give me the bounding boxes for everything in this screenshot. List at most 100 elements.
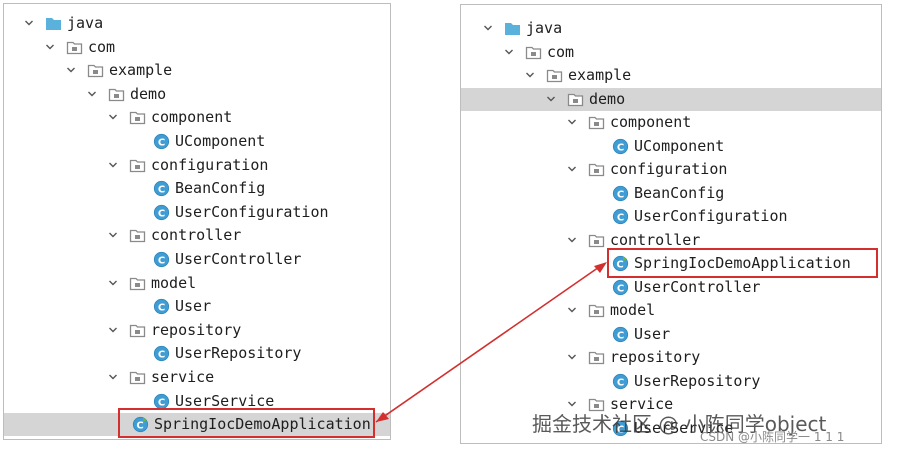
tree-node-label: com <box>547 42 575 61</box>
package-icon <box>588 161 605 178</box>
tree-node-service[interactable]: service <box>4 366 390 389</box>
tree-node-ucomponent[interactable]: C UComponent <box>461 135 881 158</box>
svg-text:C: C <box>617 212 624 223</box>
tree-node-usercontroller[interactable]: C UserController <box>4 248 390 271</box>
class-icon: C <box>612 279 629 296</box>
tree-node-user[interactable]: C User <box>4 295 390 318</box>
package-icon <box>129 109 146 126</box>
chevron-down-icon[interactable] <box>108 372 118 382</box>
tree-node-label: java <box>526 19 563 37</box>
chevron-down-icon[interactable] <box>45 42 55 52</box>
package-icon <box>129 227 146 244</box>
chevron-down-icon[interactable] <box>567 352 577 362</box>
chevron-down-icon[interactable] <box>567 305 577 315</box>
tree-node-user[interactable]: C User <box>461 323 881 346</box>
tree-node-label: configuration <box>610 160 728 178</box>
package-icon <box>129 369 146 386</box>
left-highlight-box <box>118 408 375 438</box>
tree-node-repository[interactable]: repository <box>4 319 390 342</box>
chevron-down-icon[interactable] <box>108 278 118 288</box>
tree-node-component[interactable]: component <box>461 111 881 134</box>
tree-node-label: UserController <box>175 250 302 268</box>
tree-node-label: controller <box>151 226 242 245</box>
tree-node-component[interactable]: component <box>4 106 390 129</box>
tree-node-userconfiguration[interactable]: C UserConfiguration <box>461 205 881 228</box>
tree-node-com[interactable]: com <box>461 41 881 64</box>
right-project-tree: java com example demo component C UComponent co… <box>460 4 882 444</box>
chevron-down-icon[interactable] <box>567 117 577 127</box>
chevron-down-icon[interactable] <box>504 47 514 57</box>
tree-node-controller[interactable]: controller <box>4 224 390 247</box>
tree-node-example[interactable]: example <box>461 64 881 87</box>
package-icon <box>129 275 146 292</box>
tree-node-label: User <box>634 324 671 343</box>
chevron-down-icon[interactable] <box>87 89 97 99</box>
tree-node-java[interactable]: java <box>461 17 881 40</box>
tree-node-label: UserConfiguration <box>175 202 329 221</box>
source-folder-icon <box>45 15 62 32</box>
watermark-sub: CSDN @小陈同学一 1 1 1 <box>700 430 845 444</box>
class-icon: C <box>612 138 629 155</box>
tree-node-repository[interactable]: repository <box>461 346 881 369</box>
class-icon: C <box>153 204 170 221</box>
svg-text:C: C <box>158 137 165 148</box>
tree-node-demo[interactable]: demo <box>461 87 881 111</box>
chevron-down-icon[interactable] <box>24 18 34 28</box>
class-icon: C <box>612 373 629 390</box>
tree-node-configuration[interactable]: configuration <box>4 154 390 177</box>
tree-node-model[interactable]: model <box>4 272 390 295</box>
class-icon: C <box>612 208 629 225</box>
tree-node-label: UComponent <box>175 132 266 150</box>
chevron-down-icon[interactable] <box>483 23 493 33</box>
tree-node-java[interactable]: java <box>4 12 390 35</box>
tree-node-label: repository <box>151 320 242 339</box>
tree-node-userconfiguration[interactable]: C UserConfiguration <box>4 201 390 224</box>
class-icon: C <box>612 326 629 343</box>
tree-node-label: demo <box>130 84 167 103</box>
package-icon <box>66 39 83 56</box>
tree-node-label: model <box>610 301 656 319</box>
tree-node-demo[interactable]: demo <box>4 83 390 106</box>
tree-node-com[interactable]: com <box>4 36 390 59</box>
tree-node-label: UserRepository <box>175 344 302 363</box>
chevron-down-icon[interactable] <box>108 112 118 122</box>
tree-node-userrepository[interactable]: C UserRepository <box>4 342 390 365</box>
tree-node-ucomponent[interactable]: C UComponent <box>4 130 390 153</box>
tree-node-label: configuration <box>151 155 269 174</box>
tree-node-model[interactable]: model <box>461 299 881 322</box>
class-icon: C <box>153 251 170 268</box>
chevron-down-icon[interactable] <box>108 160 118 170</box>
tree-node-userrepository[interactable]: C UserRepository <box>461 370 881 393</box>
svg-text:C: C <box>158 350 165 361</box>
package-icon <box>567 91 584 108</box>
class-icon: C <box>153 180 170 197</box>
tree-node-label: UComponent <box>634 136 725 155</box>
tree-node-label: model <box>151 273 197 292</box>
tree-node-usercontroller[interactable]: C UserController <box>461 276 881 299</box>
tree-node-label: demo <box>589 89 626 108</box>
svg-text:C: C <box>617 283 624 294</box>
package-icon <box>588 114 605 131</box>
chevron-down-icon[interactable] <box>567 235 577 245</box>
tree-node-beanconfig[interactable]: C BeanConfig <box>4 177 390 200</box>
chevron-down-icon[interactable] <box>567 164 577 174</box>
tree-node-label: component <box>151 108 233 127</box>
package-icon <box>129 322 146 339</box>
svg-text:C: C <box>158 397 165 408</box>
tree-node-example[interactable]: example <box>4 59 390 82</box>
chevron-down-icon[interactable] <box>108 230 118 240</box>
tree-node-beanconfig[interactable]: C BeanConfig <box>461 182 881 205</box>
chevron-down-icon[interactable] <box>525 70 535 80</box>
chevron-down-icon[interactable] <box>546 94 556 104</box>
svg-text:C: C <box>617 142 624 153</box>
svg-text:C: C <box>158 184 165 195</box>
class-icon: C <box>153 345 170 362</box>
chevron-down-icon[interactable] <box>108 325 118 335</box>
package-icon <box>588 302 605 319</box>
tree-node-configuration[interactable]: configuration <box>461 158 881 181</box>
tree-node-label: com <box>88 37 116 56</box>
package-icon <box>525 44 542 61</box>
svg-text:C: C <box>158 255 165 266</box>
chevron-down-icon[interactable] <box>66 65 76 75</box>
svg-text:C: C <box>617 189 624 200</box>
